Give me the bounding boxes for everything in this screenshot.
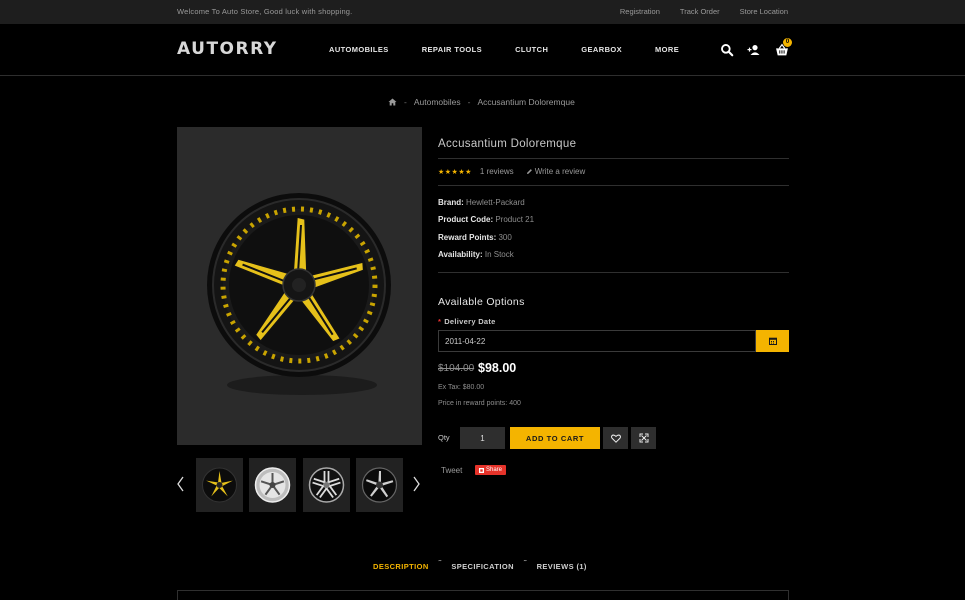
welcome-text: Welcome To Auto Store, Good luck with sh… xyxy=(177,7,353,16)
thumbnail-wheel-black xyxy=(361,467,398,503)
track-order-link[interactable]: Track Order xyxy=(680,7,720,16)
write-review-link[interactable]: Write a review xyxy=(526,167,586,176)
quantity-input[interactable] xyxy=(460,427,505,449)
logo[interactable]: AUTORRY xyxy=(177,39,278,59)
add-user-icon[interactable] xyxy=(747,43,761,57)
calendar-icon xyxy=(768,337,777,345)
product-title: Accusantium Doloremque xyxy=(438,138,577,150)
delivery-date-label: * Delivery Date xyxy=(438,317,496,326)
share-button[interactable]: Share xyxy=(475,465,507,475)
breadcrumb-separator: - xyxy=(467,97,471,107)
availability-label: Availability: xyxy=(438,250,483,259)
availability-row: Availability: In Stock xyxy=(438,250,514,259)
divider xyxy=(438,272,789,273)
rating-row: ★★★★★ 1 reviews Write a review xyxy=(438,167,585,176)
product-main-image[interactable] xyxy=(177,127,422,445)
available-options-title: Available Options xyxy=(438,296,525,308)
thumbnail-3[interactable] xyxy=(303,458,350,512)
nav-gearbox[interactable]: GEARBOX xyxy=(581,45,622,54)
main-nav: AUTOMOBILES REPAIR TOOLS CLUTCH GEARBOX … xyxy=(329,45,679,54)
nav-more[interactable]: MORE xyxy=(655,45,679,54)
thumbnail-wheel-silver xyxy=(254,467,291,503)
brand-row: Brand: Hewlett-Packard xyxy=(438,198,525,207)
store-location-link[interactable]: Store Location xyxy=(740,7,788,16)
thumbnail-wheel-chrome xyxy=(308,467,345,503)
nav-automobiles[interactable]: AUTOMOBILES xyxy=(329,45,389,54)
calendar-button[interactable] xyxy=(756,330,789,352)
tweet-button[interactable]: Tweet xyxy=(441,466,462,475)
product-tabs: DESCRIPTION ˜ SPECIFICATION ˜ REVIEWS (1… xyxy=(373,559,587,571)
old-price: $104.00 xyxy=(438,363,475,374)
divider xyxy=(438,185,789,186)
cart-count-badge: 0 xyxy=(783,38,792,47)
product-code-label: Product Code: xyxy=(438,215,494,224)
availability-value: In Stock xyxy=(484,250,514,259)
main-header: AUTORRY AUTOMOBILES REPAIR TOOLS CLUTCH … xyxy=(0,24,965,76)
tab-specification[interactable]: SPECIFICATION xyxy=(451,562,514,571)
delivery-date-input[interactable] xyxy=(438,330,756,352)
thumbnail-2[interactable] xyxy=(249,458,296,512)
breadcrumb: - Automobiles - Accusantium Doloremque xyxy=(388,97,575,107)
home-icon[interactable] xyxy=(388,98,397,106)
tab-content-panel xyxy=(177,590,789,600)
tab-separator: ˜ xyxy=(523,559,527,568)
breadcrumb-separator: - xyxy=(404,97,407,107)
pencil-icon xyxy=(526,169,532,174)
breadcrumb-automobiles[interactable]: Automobiles xyxy=(414,97,461,107)
heart-icon xyxy=(610,434,621,443)
reward-points-label: Reward Points: xyxy=(438,233,497,242)
nav-repair-tools[interactable]: REPAIR TOOLS xyxy=(422,45,482,54)
tab-reviews[interactable]: REVIEWS (1) xyxy=(537,562,587,571)
wheel-image xyxy=(207,193,391,395)
divider xyxy=(438,158,789,159)
reviews-link[interactable]: 1 reviews xyxy=(480,167,514,176)
nav-clutch[interactable]: CLUTCH xyxy=(515,45,548,54)
thumbnail-1[interactable] xyxy=(196,458,243,512)
chevron-right-icon[interactable] xyxy=(412,476,420,492)
reward-points-row: Reward Points: 300 xyxy=(438,233,512,242)
product-info: Accusantium Doloremque ★★★★★ 1 reviews W… xyxy=(438,138,789,475)
product-code-row: Product Code: Product 21 xyxy=(438,215,534,224)
thumbnail-wheel-yellow xyxy=(202,467,237,503)
brand-value[interactable]: Hewlett-Packard xyxy=(466,198,525,207)
add-to-cart-button[interactable]: ADD TO CART xyxy=(510,427,600,449)
thumbnail-strip xyxy=(177,458,422,512)
wishlist-button[interactable] xyxy=(603,427,628,449)
write-review-label: Write a review xyxy=(534,167,586,176)
search-icon[interactable] xyxy=(720,43,734,57)
current-price: $98.00 xyxy=(478,361,517,375)
tab-description[interactable]: DESCRIPTION xyxy=(373,562,429,571)
qty-label: Qty xyxy=(438,433,450,442)
star-rating: ★★★★★ xyxy=(438,168,472,176)
delivery-date-text: Delivery Date xyxy=(444,317,496,326)
ex-tax-price: Ex Tax: $80.00 xyxy=(438,384,485,391)
share-label: Share xyxy=(486,467,503,473)
share-icon xyxy=(479,467,484,473)
top-links: Registration Track Order Store Location xyxy=(620,7,788,16)
compare-icon xyxy=(639,433,648,443)
required-mark: * xyxy=(438,317,442,326)
brand-label: Brand: xyxy=(438,198,464,207)
tab-separator: ˜ xyxy=(438,559,442,568)
top-bar: Welcome To Auto Store, Good luck with sh… xyxy=(0,0,965,24)
registration-link[interactable]: Registration xyxy=(620,7,660,16)
product-code-value: Product 21 xyxy=(495,215,535,224)
compare-button[interactable] xyxy=(631,427,656,449)
breadcrumb-current: Accusantium Doloremque xyxy=(477,97,575,107)
reward-points-value: 300 xyxy=(498,233,512,242)
thumbnail-4[interactable] xyxy=(356,458,403,512)
reward-points-price: Price in reward points: 400 xyxy=(438,400,521,407)
chevron-left-icon[interactable] xyxy=(177,476,185,492)
